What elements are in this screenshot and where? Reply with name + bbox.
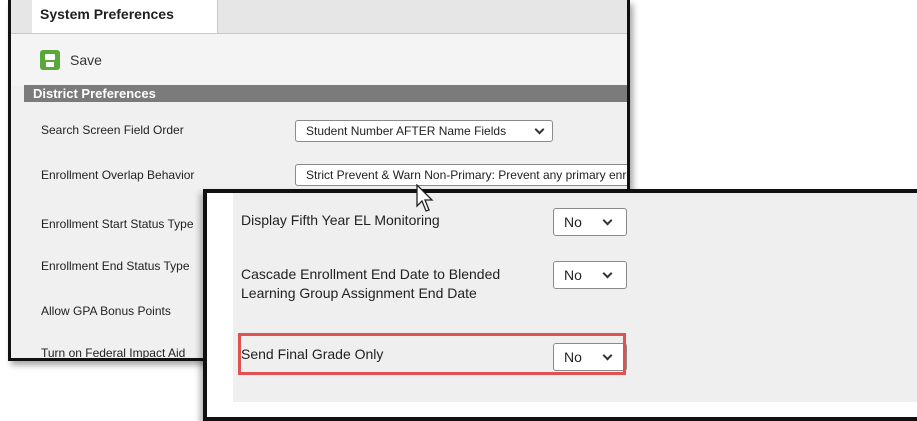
display-fifth-year-el-monitoring-select[interactable]: No (553, 208, 627, 236)
chevron-down-icon (534, 124, 545, 135)
enrollment-end-status-type-label: Enrollment End Status Type (41, 259, 190, 273)
cascade-enrollment-end-date-label: Cascade Enrollment End Date to Blended L… (241, 266, 501, 301)
save-label: Save (70, 52, 102, 68)
cascade-enrollment-end-date-select[interactable]: No (553, 261, 627, 289)
save-icon (40, 50, 60, 70)
district-preferences-header: District Preferences (24, 85, 627, 102)
zoom-callout-panel: Display Fifth Year EL Monitoring No Casc… (203, 189, 917, 421)
cascade-enrollment-end-date-value: No (564, 267, 582, 283)
send-final-grade-only-select[interactable]: No (553, 343, 627, 371)
send-final-grade-only-label: Send Final Grade Only (241, 346, 384, 362)
chevron-down-icon (602, 215, 613, 226)
tab-strip: System Preferences (11, 0, 627, 34)
chevron-down-icon (602, 268, 613, 279)
display-fifth-year-el-monitoring-value: No (564, 214, 582, 230)
search-screen-field-order-value: Student Number AFTER Name Fields (306, 124, 507, 138)
enrollment-start-status-type-label: Enrollment Start Status Type (41, 217, 194, 231)
send-final-grade-only-value: No (564, 349, 582, 365)
toolbar: Save (11, 34, 627, 86)
enrollment-overlap-behavior-label: Enrollment Overlap Behavior (41, 168, 195, 182)
federal-impact-aid-label: Turn on Federal Impact Aid (41, 346, 186, 360)
enrollment-overlap-behavior-value: Strict Prevent & Warn Non-Primary: Preve… (306, 168, 627, 182)
tab-system-preferences[interactable]: System Preferences (32, 0, 218, 33)
save-button[interactable]: Save (40, 49, 102, 71)
chevron-down-icon (602, 350, 613, 361)
allow-gpa-bonus-points-label: Allow GPA Bonus Points (41, 304, 171, 318)
display-fifth-year-el-monitoring-label: Display Fifth Year EL Monitoring (241, 212, 440, 228)
search-screen-field-order-label: Search Screen Field Order (41, 123, 184, 137)
zoom-callout-content: Display Fifth Year EL Monitoring No Casc… (233, 193, 917, 402)
search-screen-field-order-select[interactable]: Student Number AFTER Name Fields (295, 120, 553, 142)
enrollment-overlap-behavior-select[interactable]: Strict Prevent & Warn Non-Primary: Preve… (295, 164, 627, 186)
